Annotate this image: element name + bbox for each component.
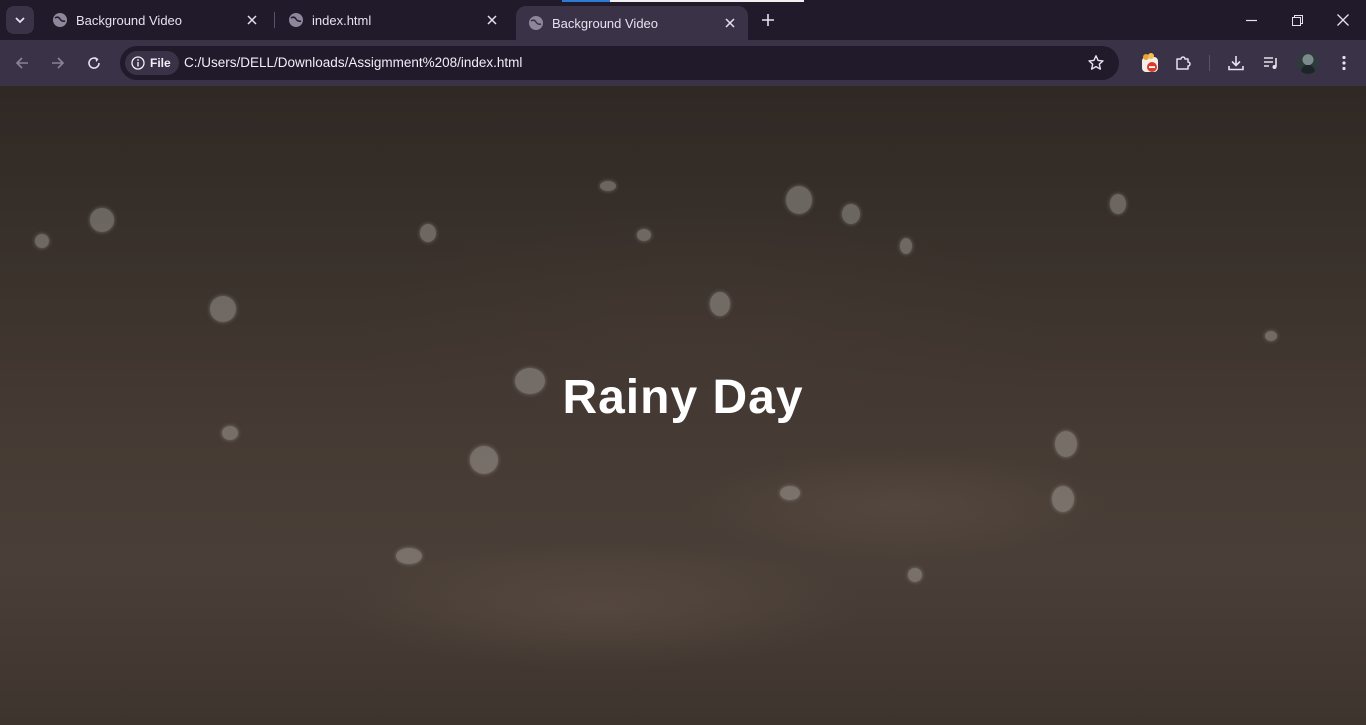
back-arrow-icon (15, 57, 28, 69)
media-control-icon (1264, 57, 1277, 69)
window-close-button[interactable] (1320, 0, 1366, 40)
window-close-icon (1337, 14, 1349, 26)
rain-drop (1110, 194, 1126, 214)
reload-icon (88, 57, 100, 69)
rain-drop (222, 426, 238, 440)
profile-avatar[interactable] (1297, 52, 1319, 74)
tab-background-video-active[interactable]: Background Video (516, 6, 748, 40)
tab-background-video-1[interactable]: Background Video (40, 6, 270, 34)
rain-drop (900, 238, 912, 254)
globe-icon (53, 13, 67, 27)
site-info-chip[interactable]: File (125, 51, 179, 75)
info-icon (131, 56, 145, 70)
browser-toolbar: File C:/Users/DELL/Downloads/Assigmment%… (0, 40, 1366, 86)
background-video: Rainy Day (0, 86, 1366, 725)
tab-search-button[interactable] (6, 6, 34, 34)
rain-drop (210, 296, 236, 322)
tab-search-icon (15, 17, 25, 24)
rain-drop (90, 208, 114, 232)
close-icon (247, 15, 257, 25)
rain-drop (780, 486, 800, 500)
reload-button[interactable] (80, 49, 108, 77)
rain-drop (842, 204, 860, 224)
rain-drop (1052, 486, 1074, 512)
forward-arrow-icon (52, 57, 65, 69)
minimize-button[interactable] (1228, 0, 1274, 40)
rain-drop (470, 446, 498, 474)
rain-drop (1055, 431, 1077, 457)
ad-block-extension-button[interactable] (1138, 51, 1162, 75)
rain-drop (786, 186, 812, 214)
address-bar[interactable]: File C:/Users/DELL/Downloads/Assigmment%… (120, 46, 1119, 80)
browser-menu-button[interactable] (1332, 51, 1356, 75)
rain-drop (1265, 331, 1277, 341)
scheme-label: File (150, 56, 171, 70)
page-heading: Rainy Day (562, 371, 804, 424)
back-button[interactable] (8, 49, 36, 77)
toolbar-divider (1209, 55, 1210, 71)
rain-drop (396, 548, 422, 564)
rain-drop (35, 234, 49, 248)
puzzle-icon (1176, 56, 1191, 70)
new-tab-button[interactable] (756, 8, 780, 32)
downloads-button[interactable] (1224, 51, 1248, 75)
kebab-menu-icon (1342, 55, 1346, 71)
tab-divider (274, 12, 275, 28)
page-loading-bar (562, 0, 804, 2)
url-text[interactable]: C:/Users/DELL/Downloads/Assigmment%208/i… (184, 55, 522, 70)
tab-title: index.html (312, 12, 372, 28)
plus-icon (762, 14, 774, 26)
rain-drop (908, 568, 922, 582)
forward-button[interactable] (44, 49, 72, 77)
close-icon (487, 15, 497, 25)
tab-close-button[interactable] (244, 12, 260, 28)
tab-close-button[interactable] (484, 12, 500, 28)
tab-close-button[interactable] (722, 15, 738, 31)
globe-icon (529, 16, 543, 30)
tab-title: Background Video (552, 15, 659, 31)
globe-icon (289, 13, 303, 27)
ad-block-extension-icon (1142, 53, 1158, 72)
tab-strip: Background Video index.html Background V… (0, 0, 1366, 40)
rain-drop (600, 181, 616, 191)
tab-title: Background Video (76, 12, 183, 28)
rain-drop (637, 229, 651, 241)
extensions-button[interactable] (1171, 51, 1195, 75)
restore-icon (1291, 14, 1303, 26)
rain-drop (420, 224, 436, 242)
download-icon (1228, 56, 1244, 71)
restore-button[interactable] (1274, 0, 1320, 40)
media-controls-button[interactable] (1259, 51, 1283, 75)
rain-drop (710, 292, 730, 316)
star-icon[interactable] (1087, 54, 1105, 72)
minimize-icon (1245, 19, 1257, 21)
tab-index-html[interactable]: index.html (276, 6, 510, 34)
close-icon (725, 18, 735, 28)
